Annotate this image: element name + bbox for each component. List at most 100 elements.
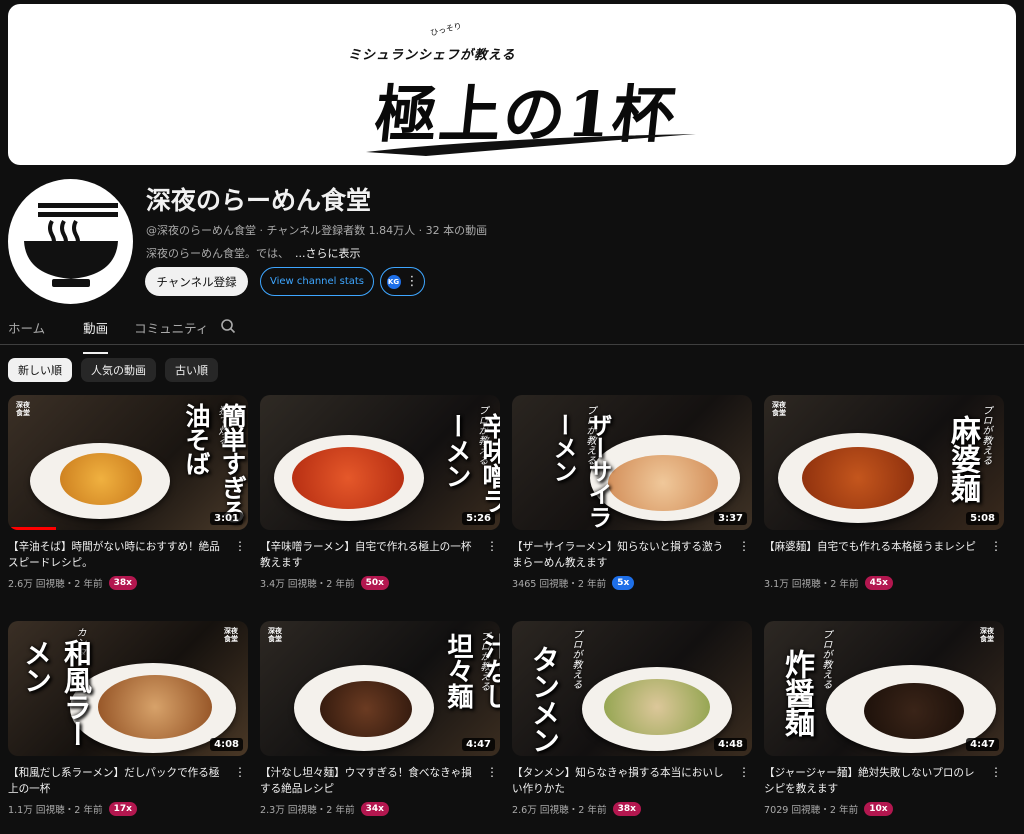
video-title[interactable]: 【汁なし坦々麺】ウマすぎる！食べなきゃ損する絶品レシピ: [260, 765, 480, 797]
channel-avatar[interactable]: [8, 179, 133, 304]
video-title[interactable]: 【ザーサイラーメン】知らないと損する激うまらーめん教えます: [512, 539, 732, 571]
duration: 4:47: [966, 738, 999, 751]
thumb-tag: プロが教える: [570, 629, 581, 689]
video-title[interactable]: 【タンメン】知らなきゃ損する本当においしい作りかた: [512, 765, 732, 797]
video-card[interactable]: カンタン 和風ラーメン 深夜 食堂 4:08 【和風だし系ラーメン】だしパックで作…: [8, 621, 248, 816]
video-card[interactable]: プロが教える 辛味噌ラーメン 5:26 【辛味噌ラーメン】自宅で作れる極上の一杯…: [260, 395, 500, 590]
channel-name: 深夜のらーめん食堂: [146, 186, 372, 215]
channel-logo-icon: 深夜 食堂: [772, 400, 786, 417]
video-title[interactable]: 【麻婆麺】自宅でも作れる本格極うまレシピ: [764, 539, 984, 571]
view-count: 2.6万 回視聴・2 年前: [8, 579, 103, 590]
thumb-title: 炸醤麺: [779, 649, 814, 736]
video-thumbnail[interactable]: プロが教える 汁なし坦々麺 深夜 食堂 4:47: [260, 621, 500, 756]
thumb-title: 簡単すぎる油そば: [182, 403, 247, 523]
channel-meta: @深夜のらーめん食堂 · チャンネル登録者数 1.84万人 · 32 本の動画: [146, 224, 488, 237]
watch-progress: [8, 527, 56, 530]
more-vert-icon[interactable]: ⋮: [990, 765, 1002, 779]
multiplier-badge: 10x: [864, 802, 893, 816]
sort-chips: 新しい順 人気の動画 古い順: [8, 358, 218, 382]
channel-logo-icon: 深夜 食堂: [224, 626, 238, 643]
video-thumbnail[interactable]: プロが教える 麻婆麺 深夜 食堂 5:08: [764, 395, 1004, 530]
banner-ruby: ひっそり: [429, 21, 463, 38]
video-title[interactable]: 【辛油そば】時間がない時におすすめ！絶品スピードレシピ。: [8, 539, 228, 571]
duration: 4:08: [210, 738, 243, 751]
channel-logo-icon: 深夜 食堂: [268, 626, 282, 643]
video-meta: 2.6万 回視聴・2 年前 38x: [8, 576, 248, 590]
multiplier-badge: 5x: [612, 576, 635, 590]
video-thumbnail[interactable]: カンタン 和風ラーメン 深夜 食堂 4:08: [8, 621, 248, 756]
video-thumbnail[interactable]: 独で炒る 簡単すぎる油そば 深夜 食堂 3:01: [8, 395, 248, 530]
video-meta: 3.1万 回視聴・2 年前 45x: [764, 576, 1004, 590]
channel-banner: ひっそり ミシュランシェフが教える 極上の1杯: [8, 4, 1016, 165]
more-vert-icon[interactable]: ⋮: [738, 765, 750, 779]
extension-button[interactable]: KG ⋮: [380, 267, 425, 296]
view-count: 1.1万 回視聴・2 年前: [8, 805, 103, 816]
search-icon[interactable]: [220, 318, 236, 334]
video-card[interactable]: プロが教える ザーサイラーメン 3:37 【ザーサイラーメン】知らないと損する激…: [512, 395, 752, 590]
description-text: 深夜のらーめん食堂。では、: [146, 247, 289, 260]
video-card[interactable]: プロが教える 炸醤麺 深夜 食堂 4:47 【ジャージャー麺】絶対失敗しないプロの…: [764, 621, 1004, 816]
brush-stroke: [366, 134, 696, 156]
video-thumbnail[interactable]: プロが教える 辛味噌ラーメン 5:26: [260, 395, 500, 530]
duration: 4:47: [462, 738, 495, 751]
video-thumbnail[interactable]: プロが教える ザーサイラーメン 3:37: [512, 395, 752, 530]
more-vert-icon[interactable]: ⋮: [486, 539, 498, 553]
video-meta: 2.3万 回視聴・2 年前 34x: [260, 802, 500, 816]
view-channel-stats-button[interactable]: View channel stats: [260, 267, 374, 296]
ramen-bowl-icon: [24, 203, 118, 287]
view-count: 3.1万 回視聴・2 年前: [764, 579, 859, 590]
multiplier-badge: 45x: [864, 576, 893, 590]
more-vert-icon[interactable]: ⋮: [234, 539, 246, 553]
tab-home[interactable]: ホーム: [8, 318, 45, 345]
duration: 3:37: [714, 512, 747, 525]
chip-popular[interactable]: 人気の動画: [81, 358, 156, 382]
video-card[interactable]: プロが教える タンメン 4:48 【タンメン】知らなきゃ損する本当においしい作り…: [512, 621, 752, 816]
video-title[interactable]: 【ジャージャー麺】絶対失敗しないプロのレシピを教えます: [764, 765, 984, 797]
channel-logo-icon: 深夜 食堂: [980, 626, 994, 643]
more-vert-icon[interactable]: ⋮: [406, 275, 419, 288]
channel-description: 深夜のらーめん食堂。では、 ...さらに表示: [146, 245, 361, 261]
video-meta: 2.6万 回視聴・2 年前 38x: [512, 802, 752, 816]
video-card[interactable]: 独で炒る 簡単すぎる油そば 深夜 食堂 3:01 【辛油そば】時間がない時におすす…: [8, 395, 248, 590]
tab-community[interactable]: コミュニティ: [134, 318, 208, 345]
duration: 3:01: [210, 512, 243, 525]
banner-tagline: ミシュランシェフが教える: [348, 48, 516, 63]
thumb-tag: プロが教える: [820, 629, 831, 689]
more-vert-icon[interactable]: ⋮: [234, 765, 246, 779]
view-count: 3.4万 回視聴・2 年前: [260, 579, 355, 590]
channel-logo-icon: 深夜 食堂: [16, 400, 30, 417]
thumb-title: 汁なし坦々麺: [443, 633, 500, 708]
show-more-link[interactable]: ...さらに表示: [295, 247, 361, 260]
view-count: 7029 回視聴・2 年前: [764, 805, 859, 816]
extension-logo-icon: KG: [386, 274, 401, 289]
video-thumbnail[interactable]: プロが教える 炸醤麺 深夜 食堂 4:47: [764, 621, 1004, 756]
duration: 5:08: [966, 512, 999, 525]
multiplier-badge: 38x: [612, 802, 641, 816]
video-title[interactable]: 【和風だし系ラーメン】だしパックで作る極上の一杯: [8, 765, 228, 797]
chip-oldest[interactable]: 古い順: [165, 358, 218, 382]
more-vert-icon[interactable]: ⋮: [990, 539, 1002, 553]
duration: 4:48: [714, 738, 747, 751]
multiplier-badge: 38x: [108, 576, 137, 590]
video-title[interactable]: 【辛味噌ラーメン】自宅で作れる極上の一杯教えます: [260, 539, 480, 571]
view-count: 2.6万 回視聴・2 年前: [512, 805, 607, 816]
more-vert-icon[interactable]: ⋮: [486, 765, 498, 779]
video-thumbnail[interactable]: プロが教える タンメン 4:48: [512, 621, 752, 756]
multiplier-badge: 34x: [360, 802, 389, 816]
chip-newest[interactable]: 新しい順: [8, 358, 72, 382]
video-card[interactable]: プロが教える 汁なし坦々麺 深夜 食堂 4:47 【汁なし坦々麺】ウマすぎる！食べ…: [260, 621, 500, 816]
tab-videos[interactable]: 動画: [83, 318, 109, 354]
duration: 5:26: [462, 512, 495, 525]
video-meta: 3.4万 回視聴・2 年前 50x: [260, 576, 500, 590]
more-vert-icon[interactable]: ⋮: [738, 539, 750, 553]
video-meta: 7029 回視聴・2 年前 10x: [764, 802, 1004, 816]
channel-tabs: ホーム 動画 コミュニティ: [8, 318, 234, 354]
subscribe-button[interactable]: チャンネル登録: [145, 267, 248, 296]
video-meta: 1.1万 回視聴・2 年前 17x: [8, 802, 248, 816]
tabs-divider: [0, 344, 1024, 345]
thumb-title: ザーサイラーメン: [549, 413, 613, 528]
multiplier-badge: 17x: [108, 802, 137, 816]
video-meta: 3465 回視聴・2 年前 5x: [512, 576, 752, 590]
video-card[interactable]: プロが教える 麻婆麺 深夜 食堂 5:08 【麻婆麺】自宅でも作れる本格極うまレシ…: [764, 395, 1004, 590]
view-count: 2.3万 回視聴・2 年前: [260, 805, 355, 816]
